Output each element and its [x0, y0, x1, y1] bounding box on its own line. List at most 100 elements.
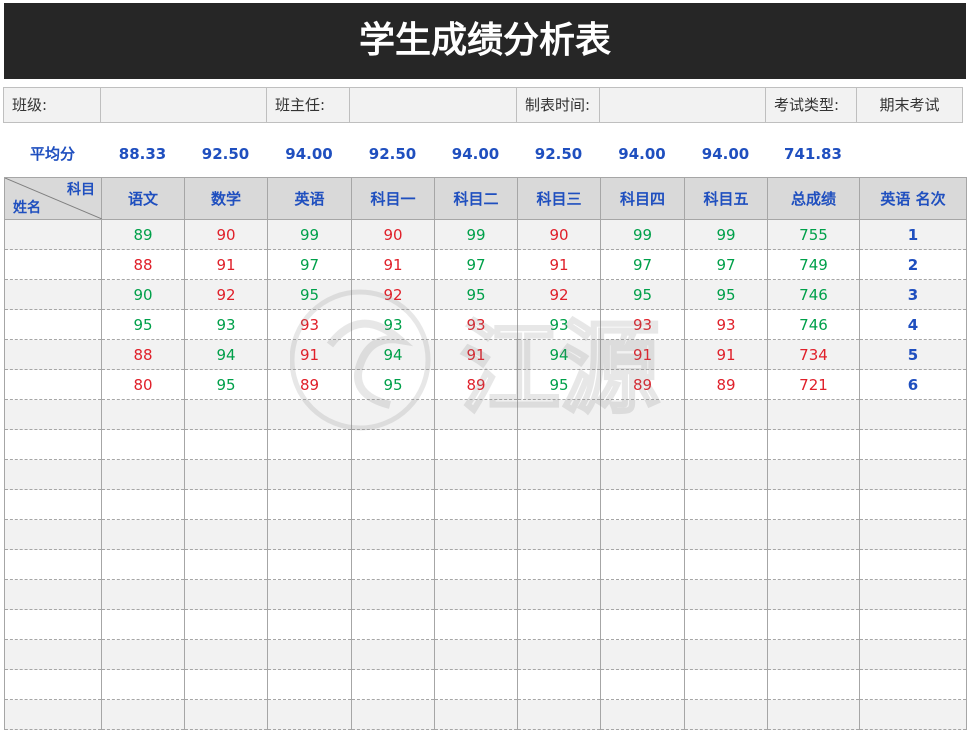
- student-name-cell[interactable]: [4, 279, 102, 310]
- empty-cell[interactable]: [517, 669, 601, 700]
- empty-cell[interactable]: [351, 459, 435, 490]
- empty-cell[interactable]: [859, 459, 967, 490]
- total-score-cell[interactable]: 746: [767, 279, 860, 310]
- empty-cell[interactable]: [859, 699, 967, 730]
- empty-cell[interactable]: [184, 669, 268, 700]
- score-cell[interactable]: 97: [684, 249, 768, 280]
- rank-cell[interactable]: 6: [859, 369, 967, 400]
- empty-cell[interactable]: [101, 609, 185, 640]
- empty-cell[interactable]: [267, 609, 352, 640]
- empty-cell[interactable]: [517, 609, 601, 640]
- empty-cell[interactable]: [859, 399, 967, 430]
- empty-cell[interactable]: [351, 579, 435, 610]
- empty-cell[interactable]: [184, 609, 268, 640]
- score-cell[interactable]: 91: [351, 249, 435, 280]
- empty-cell[interactable]: [101, 519, 185, 550]
- empty-cell[interactable]: [184, 519, 268, 550]
- empty-cell[interactable]: [859, 519, 967, 550]
- score-cell[interactable]: 89: [434, 369, 518, 400]
- total-score-cell[interactable]: 746: [767, 309, 860, 340]
- score-cell[interactable]: 90: [351, 219, 435, 250]
- empty-cell[interactable]: [267, 549, 352, 580]
- student-name-cell[interactable]: [4, 219, 102, 250]
- score-cell[interactable]: 93: [184, 309, 268, 340]
- student-name-cell[interactable]: [4, 339, 102, 370]
- student-name-cell[interactable]: [4, 369, 102, 400]
- score-cell[interactable]: 93: [517, 309, 601, 340]
- empty-cell[interactable]: [267, 429, 352, 460]
- empty-cell[interactable]: [351, 519, 435, 550]
- empty-cell[interactable]: [4, 609, 102, 640]
- empty-cell[interactable]: [684, 549, 768, 580]
- empty-cell[interactable]: [4, 459, 102, 490]
- empty-cell[interactable]: [4, 579, 102, 610]
- empty-cell[interactable]: [859, 609, 967, 640]
- score-cell[interactable]: 91: [434, 339, 518, 370]
- score-cell[interactable]: 94: [351, 339, 435, 370]
- score-cell[interactable]: 99: [684, 219, 768, 250]
- student-name-cell[interactable]: [4, 249, 102, 280]
- empty-cell[interactable]: [600, 489, 685, 520]
- rank-cell[interactable]: 3: [859, 279, 967, 310]
- empty-cell[interactable]: [517, 699, 601, 730]
- empty-cell[interactable]: [517, 459, 601, 490]
- empty-cell[interactable]: [434, 579, 518, 610]
- empty-cell[interactable]: [600, 399, 685, 430]
- score-cell[interactable]: 97: [267, 249, 352, 280]
- total-score-cell[interactable]: 749: [767, 249, 860, 280]
- empty-cell[interactable]: [267, 699, 352, 730]
- empty-cell[interactable]: [684, 639, 768, 670]
- score-cell[interactable]: 93: [267, 309, 352, 340]
- empty-cell[interactable]: [684, 579, 768, 610]
- empty-cell[interactable]: [600, 669, 685, 700]
- empty-cell[interactable]: [767, 549, 860, 580]
- score-cell[interactable]: 99: [600, 219, 685, 250]
- empty-cell[interactable]: [859, 669, 967, 700]
- empty-cell[interactable]: [267, 399, 352, 430]
- empty-cell[interactable]: [517, 549, 601, 580]
- empty-cell[interactable]: [267, 669, 352, 700]
- rank-cell[interactable]: 2: [859, 249, 967, 280]
- total-score-cell[interactable]: 755: [767, 219, 860, 250]
- empty-cell[interactable]: [184, 639, 268, 670]
- total-score-cell[interactable]: 734: [767, 339, 860, 370]
- score-cell[interactable]: 93: [684, 309, 768, 340]
- teacher-field[interactable]: [349, 87, 517, 123]
- score-cell[interactable]: 91: [184, 249, 268, 280]
- empty-cell[interactable]: [434, 459, 518, 490]
- empty-cell[interactable]: [101, 549, 185, 580]
- empty-cell[interactable]: [184, 549, 268, 580]
- score-cell[interactable]: 95: [351, 369, 435, 400]
- empty-cell[interactable]: [351, 699, 435, 730]
- student-name-cell[interactable]: [4, 309, 102, 340]
- score-cell[interactable]: 88: [101, 339, 185, 370]
- score-cell[interactable]: 95: [101, 309, 185, 340]
- empty-cell[interactable]: [859, 489, 967, 520]
- score-cell[interactable]: 95: [600, 279, 685, 310]
- empty-cell[interactable]: [434, 519, 518, 550]
- empty-cell[interactable]: [600, 459, 685, 490]
- empty-cell[interactable]: [101, 669, 185, 700]
- empty-cell[interactable]: [184, 399, 268, 430]
- empty-cell[interactable]: [434, 429, 518, 460]
- empty-cell[interactable]: [600, 639, 685, 670]
- empty-cell[interactable]: [4, 519, 102, 550]
- empty-cell[interactable]: [517, 579, 601, 610]
- empty-cell[interactable]: [684, 519, 768, 550]
- score-cell[interactable]: 90: [517, 219, 601, 250]
- empty-cell[interactable]: [517, 639, 601, 670]
- empty-cell[interactable]: [767, 699, 860, 730]
- empty-cell[interactable]: [184, 699, 268, 730]
- score-cell[interactable]: 91: [684, 339, 768, 370]
- empty-cell[interactable]: [434, 399, 518, 430]
- score-cell[interactable]: 99: [434, 219, 518, 250]
- score-cell[interactable]: 90: [184, 219, 268, 250]
- empty-cell[interactable]: [859, 429, 967, 460]
- empty-cell[interactable]: [859, 639, 967, 670]
- empty-cell[interactable]: [101, 639, 185, 670]
- empty-cell[interactable]: [101, 579, 185, 610]
- score-cell[interactable]: 93: [434, 309, 518, 340]
- empty-cell[interactable]: [684, 669, 768, 700]
- score-cell[interactable]: 88: [101, 249, 185, 280]
- score-cell[interactable]: 89: [600, 369, 685, 400]
